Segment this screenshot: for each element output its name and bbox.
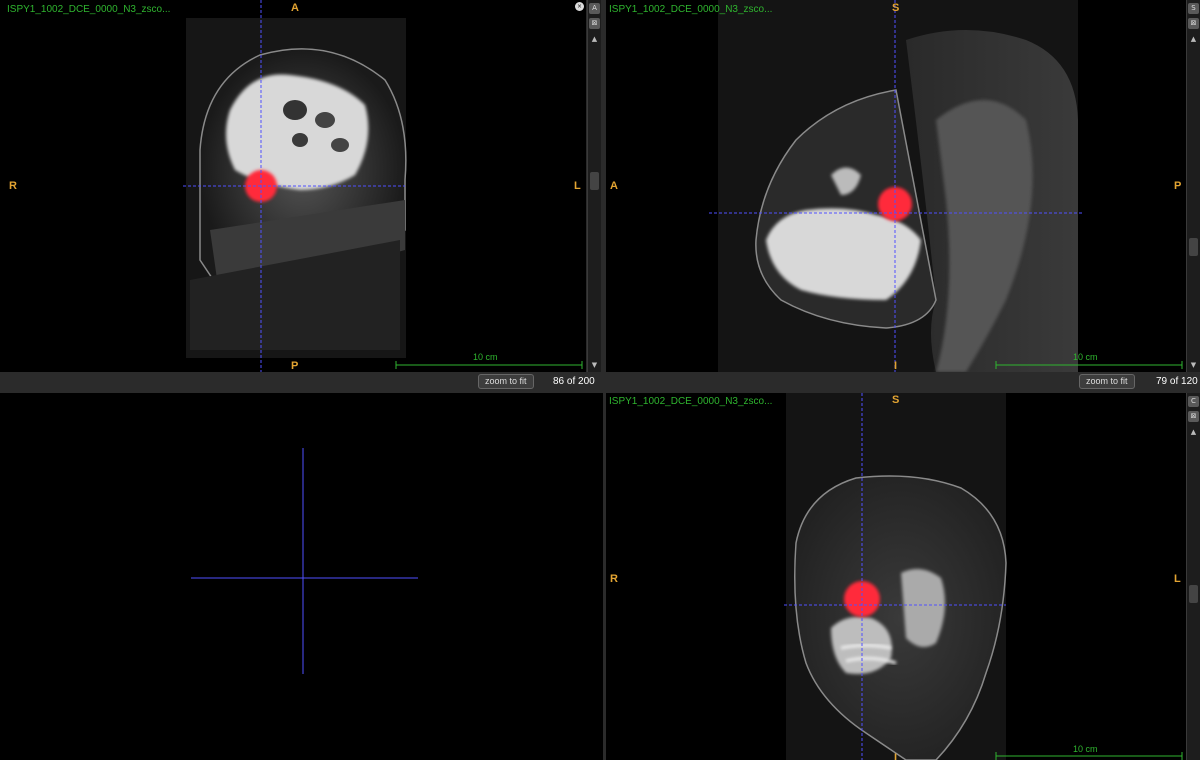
slice-counter: 86 of 200 bbox=[553, 376, 595, 387]
sagittal-scrollbar[interactable]: S ⊠ ▲ ▼ bbox=[1186, 0, 1200, 372]
orientation-bottom: P bbox=[291, 360, 299, 372]
series-name: ISPY1_1002_DCE_0000_N3_zsco... bbox=[609, 396, 773, 407]
scale-bar-label: 10 cm bbox=[473, 352, 498, 362]
axial-mri-image[interactable] bbox=[0, 0, 586, 372]
expand-icon[interactable]: ⊠ bbox=[589, 18, 600, 29]
sagittal-status-bar: zoom to fit 79 of 120 bbox=[601, 372, 1200, 392]
crosshair-overlay bbox=[191, 448, 418, 674]
close-icon[interactable]: × bbox=[575, 2, 584, 11]
axial-status-bar: zoom to fit 86 of 200 bbox=[0, 372, 601, 392]
collapse-icon[interactable]: C bbox=[1188, 396, 1199, 407]
orientation-right: L bbox=[1174, 573, 1181, 585]
axial-scrollbar[interactable]: A ⊠ ▲ ▼ bbox=[587, 0, 601, 372]
orientation-right: L bbox=[574, 180, 581, 192]
scroll-up-arrow-icon[interactable]: ▲ bbox=[588, 34, 601, 44]
coronal-mri-image[interactable] bbox=[606, 393, 1186, 760]
collapse-icon[interactable]: A bbox=[589, 3, 600, 14]
orientation-top: A bbox=[291, 2, 299, 14]
scroll-down-arrow-icon[interactable]: ▼ bbox=[1187, 360, 1200, 370]
orientation-left: R bbox=[9, 180, 17, 192]
expand-icon[interactable]: ⊠ bbox=[1188, 411, 1199, 422]
empty-viewer[interactable] bbox=[0, 393, 603, 760]
coronal-scrollbar[interactable]: C ⊠ ▲ bbox=[1186, 393, 1200, 760]
orientation-bottom: I bbox=[894, 752, 898, 760]
orientation-left: A bbox=[610, 180, 618, 192]
scroll-thumb[interactable] bbox=[1189, 585, 1198, 603]
scale-bar-label: 10 cm bbox=[1073, 352, 1098, 362]
zoom-to-fit-button[interactable]: zoom to fit bbox=[1079, 374, 1135, 389]
sagittal-viewer[interactable]: ISPY1_1002_DCE_0000_N3_zsco... S I A P 1… bbox=[606, 0, 1186, 372]
scroll-thumb[interactable] bbox=[590, 172, 599, 190]
orientation-bottom: I bbox=[894, 360, 898, 372]
zoom-to-fit-button[interactable]: zoom to fit bbox=[478, 374, 534, 389]
scale-bar-label: 10 cm bbox=[1073, 744, 1098, 754]
orientation-top: S bbox=[892, 2, 900, 14]
orientation-left: R bbox=[610, 573, 618, 585]
scroll-up-arrow-icon[interactable]: ▲ bbox=[1187, 34, 1200, 44]
scroll-up-arrow-icon[interactable]: ▲ bbox=[1187, 427, 1200, 437]
slice-counter: 79 of 120 bbox=[1156, 376, 1198, 387]
sagittal-mri-image[interactable] bbox=[606, 0, 1186, 372]
orientation-right: P bbox=[1174, 180, 1182, 192]
series-name: ISPY1_1002_DCE_0000_N3_zsco... bbox=[609, 4, 773, 15]
series-name: ISPY1_1002_DCE_0000_N3_zsco... bbox=[7, 4, 171, 15]
coronal-viewer[interactable]: ISPY1_1002_DCE_0000_N3_zsco... S I R L 1… bbox=[606, 393, 1186, 760]
orientation-top: S bbox=[892, 394, 900, 406]
axial-viewer[interactable]: ISPY1_1002_DCE_0000_N3_zsco... A P R L 1… bbox=[0, 0, 586, 372]
scroll-down-arrow-icon[interactable]: ▼ bbox=[588, 360, 601, 370]
expand-icon[interactable]: ⊠ bbox=[1188, 18, 1199, 29]
collapse-icon[interactable]: S bbox=[1188, 3, 1199, 14]
scroll-thumb[interactable] bbox=[1189, 238, 1198, 256]
